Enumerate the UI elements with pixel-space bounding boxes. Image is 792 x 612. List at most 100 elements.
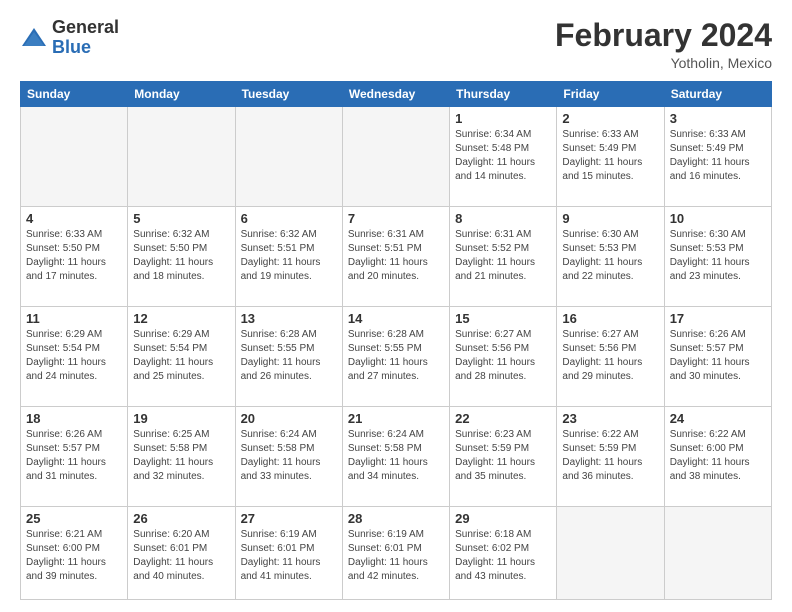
day-cell	[128, 107, 235, 207]
logo-text: General Blue	[52, 18, 119, 58]
day-info: Sunrise: 6:27 AM Sunset: 5:56 PM Dayligh…	[455, 328, 551, 384]
day-number: 21	[348, 411, 444, 426]
day-info: Sunrise: 6:27 AM Sunset: 5:56 PM Dayligh…	[562, 328, 658, 384]
day-cell: 20Sunrise: 6:24 AM Sunset: 5:58 PM Dayli…	[235, 406, 342, 506]
calendar-subtitle: Yotholin, Mexico	[555, 55, 772, 71]
day-cell: 15 Sunrise: 6:27 AM Sunset: 5:56 PM Dayli…	[450, 307, 557, 407]
day-info: Sunrise: 6:31 AM Sunset: 5:51 PM Dayligh…	[348, 228, 444, 284]
calendar-table: SundayMondayTuesdayWednesdayThursdayFrid…	[20, 81, 772, 600]
day-cell: 1 Sunrise: 6:34 AM Sunset: 5:48 PM Daylig…	[450, 107, 557, 207]
day-number: 7	[348, 211, 444, 226]
day-cell	[342, 107, 449, 207]
day-cell: 28Sunrise: 6:19 AM Sunset: 6:01 PM Dayli…	[342, 506, 449, 599]
logo-general: General	[52, 17, 119, 37]
day-cell: 16 Sunrise: 6:27 AM Sunset: 5:56 PM Dayli…	[557, 307, 664, 407]
logo: General Blue	[20, 18, 119, 58]
day-info: Sunrise: 6:25 AM Sunset: 5:58 PM Dayligh…	[133, 428, 229, 484]
day-cell: 2Sunrise: 6:33 AM Sunset: 5:49 PM Daylig…	[557, 107, 664, 207]
day-info: Sunrise: 6:26 AM Sunset: 5:57 PM Dayligh…	[670, 328, 766, 384]
day-number: 26	[133, 511, 229, 526]
week-row-2: 4Sunrise: 6:33 AM Sunset: 5:50 PM Daylig…	[21, 207, 772, 307]
day-info: Sunrise: 6:19 AM Sunset: 6:01 PM Dayligh…	[241, 528, 337, 584]
day-number: 20	[241, 411, 337, 426]
day-number: 3	[670, 111, 766, 126]
weekday-header-tuesday: Tuesday	[235, 82, 342, 107]
day-number: 15	[455, 311, 551, 326]
day-number: 28	[348, 511, 444, 526]
day-cell: 21 Sunrise: 6:24 AM Sunset: 5:58 PM Dayli…	[342, 406, 449, 506]
day-cell: 12Sunrise: 6:29 AM Sunset: 5:54 PM Dayli…	[128, 307, 235, 407]
day-number: 29	[455, 511, 551, 526]
day-cell: 4Sunrise: 6:33 AM Sunset: 5:50 PM Daylig…	[21, 207, 128, 307]
day-info: Sunrise: 6:18 AM Sunset: 6:02 PM Dayligh…	[455, 528, 551, 584]
week-row-5: 25Sunrise: 6:21 AM Sunset: 6:00 PM Dayli…	[21, 506, 772, 599]
day-info: Sunrise: 6:34 AM Sunset: 5:48 PM Dayligh…	[455, 128, 551, 184]
day-info: Sunrise: 6:22 AM Sunset: 6:00 PM Dayligh…	[670, 428, 766, 484]
day-number: 8	[455, 211, 551, 226]
day-number: 10	[670, 211, 766, 226]
day-info: Sunrise: 6:24 AM Sunset: 5:58 PM Dayligh…	[348, 428, 444, 484]
title-block: February 2024 Yotholin, Mexico	[555, 18, 772, 71]
day-info: Sunrise: 6:32 AM Sunset: 5:51 PM Dayligh…	[241, 228, 337, 284]
day-cell: 22 Sunrise: 6:23 AM Sunset: 5:59 PM Dayli…	[450, 406, 557, 506]
day-number: 6	[241, 211, 337, 226]
day-number: 9	[562, 211, 658, 226]
day-cell: 13 Sunrise: 6:28 AM Sunset: 5:55 PM Dayli…	[235, 307, 342, 407]
weekday-header-friday: Friday	[557, 82, 664, 107]
day-cell: 6 Sunrise: 6:32 AM Sunset: 5:51 PM Daylig…	[235, 207, 342, 307]
day-cell: 19Sunrise: 6:25 AM Sunset: 5:58 PM Dayli…	[128, 406, 235, 506]
day-info: Sunrise: 6:32 AM Sunset: 5:50 PM Dayligh…	[133, 228, 229, 284]
day-cell: 25Sunrise: 6:21 AM Sunset: 6:00 PM Dayli…	[21, 506, 128, 599]
week-row-1: 1 Sunrise: 6:34 AM Sunset: 5:48 PM Daylig…	[21, 107, 772, 207]
day-cell	[664, 506, 771, 599]
day-info: Sunrise: 6:33 AM Sunset: 5:49 PM Dayligh…	[562, 128, 658, 184]
day-cell: 17 Sunrise: 6:26 AM Sunset: 5:57 PM Dayli…	[664, 307, 771, 407]
weekday-header-saturday: Saturday	[664, 82, 771, 107]
weekday-header-monday: Monday	[128, 82, 235, 107]
logo-icon	[20, 24, 48, 52]
day-cell: 5 Sunrise: 6:32 AM Sunset: 5:50 PM Daylig…	[128, 207, 235, 307]
day-info: Sunrise: 6:28 AM Sunset: 5:55 PM Dayligh…	[348, 328, 444, 384]
day-info: Sunrise: 6:23 AM Sunset: 5:59 PM Dayligh…	[455, 428, 551, 484]
day-info: Sunrise: 6:30 AM Sunset: 5:53 PM Dayligh…	[562, 228, 658, 284]
day-number: 27	[241, 511, 337, 526]
day-cell: 8 Sunrise: 6:31 AM Sunset: 5:52 PM Daylig…	[450, 207, 557, 307]
day-cell: 14Sunrise: 6:28 AM Sunset: 5:55 PM Dayli…	[342, 307, 449, 407]
weekday-header-sunday: Sunday	[21, 82, 128, 107]
day-cell: 3 Sunrise: 6:33 AM Sunset: 5:49 PM Daylig…	[664, 107, 771, 207]
day-info: Sunrise: 6:22 AM Sunset: 5:59 PM Dayligh…	[562, 428, 658, 484]
day-number: 5	[133, 211, 229, 226]
day-cell: 18Sunrise: 6:26 AM Sunset: 5:57 PM Dayli…	[21, 406, 128, 506]
day-cell: 9 Sunrise: 6:30 AM Sunset: 5:53 PM Daylig…	[557, 207, 664, 307]
day-number: 17	[670, 311, 766, 326]
day-info: Sunrise: 6:30 AM Sunset: 5:53 PM Dayligh…	[670, 228, 766, 284]
weekday-header-thursday: Thursday	[450, 82, 557, 107]
day-number: 23	[562, 411, 658, 426]
day-info: Sunrise: 6:31 AM Sunset: 5:52 PM Dayligh…	[455, 228, 551, 284]
day-cell: 23 Sunrise: 6:22 AM Sunset: 5:59 PM Dayli…	[557, 406, 664, 506]
day-cell: 26 Sunrise: 6:20 AM Sunset: 6:01 PM Dayli…	[128, 506, 235, 599]
calendar-page: General Blue February 2024 Yotholin, Mex…	[0, 0, 792, 612]
day-info: Sunrise: 6:20 AM Sunset: 6:01 PM Dayligh…	[133, 528, 229, 584]
day-number: 16	[562, 311, 658, 326]
day-cell: 27 Sunrise: 6:19 AM Sunset: 6:01 PM Dayli…	[235, 506, 342, 599]
day-cell: 11Sunrise: 6:29 AM Sunset: 5:54 PM Dayli…	[21, 307, 128, 407]
day-info: Sunrise: 6:33 AM Sunset: 5:49 PM Dayligh…	[670, 128, 766, 184]
day-cell: 10 Sunrise: 6:30 AM Sunset: 5:53 PM Dayli…	[664, 207, 771, 307]
day-number: 18	[26, 411, 122, 426]
day-cell	[235, 107, 342, 207]
day-info: Sunrise: 6:29 AM Sunset: 5:54 PM Dayligh…	[133, 328, 229, 384]
day-number: 25	[26, 511, 122, 526]
day-cell	[557, 506, 664, 599]
day-cell: 24 Sunrise: 6:22 AM Sunset: 6:00 PM Dayli…	[664, 406, 771, 506]
day-cell	[21, 107, 128, 207]
day-number: 22	[455, 411, 551, 426]
day-number: 1	[455, 111, 551, 126]
week-row-4: 18Sunrise: 6:26 AM Sunset: 5:57 PM Dayli…	[21, 406, 772, 506]
calendar-title: February 2024	[555, 18, 772, 53]
day-info: Sunrise: 6:28 AM Sunset: 5:55 PM Dayligh…	[241, 328, 337, 384]
logo-blue: Blue	[52, 37, 91, 57]
day-number: 24	[670, 411, 766, 426]
day-number: 11	[26, 311, 122, 326]
day-number: 13	[241, 311, 337, 326]
